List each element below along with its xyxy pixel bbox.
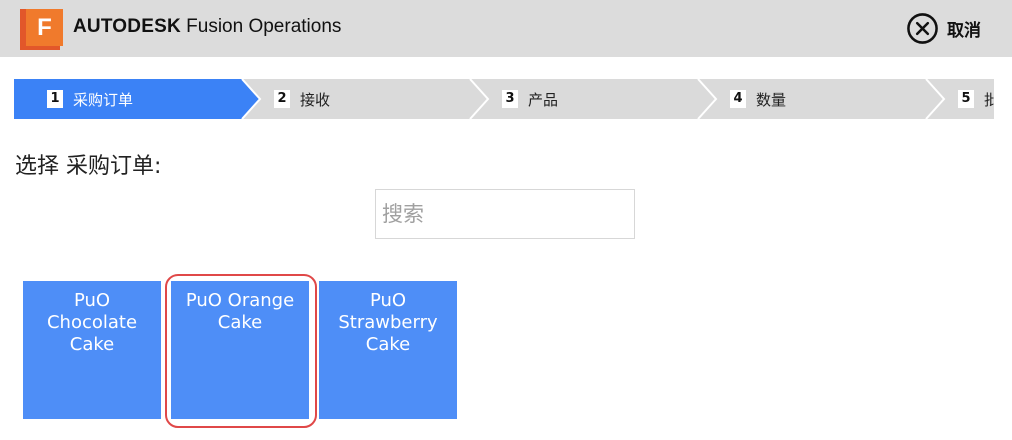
cancel-label: 取消 xyxy=(947,20,981,41)
step-label: 批 xyxy=(984,90,994,109)
step-purchase-order[interactable]: 1 采购订单 xyxy=(47,79,133,119)
tile-line: Cake xyxy=(69,334,115,355)
step-label: 产品 xyxy=(528,90,559,109)
step-label: 采购订单 xyxy=(73,90,134,109)
step-label: 数量 xyxy=(756,90,787,109)
step-number: 1 xyxy=(47,90,63,108)
brand-name: AUTODESK xyxy=(73,16,181,37)
step-batch[interactable]: 5 批 xyxy=(958,79,994,119)
cancel-button[interactable]: 取消 xyxy=(906,11,981,45)
step-number: 4 xyxy=(730,90,746,108)
order-tile-strawberry-cake[interactable]: PuO Strawberry Cake xyxy=(319,281,457,419)
step-label: 接收 xyxy=(300,90,331,109)
step-number: 2 xyxy=(274,90,290,108)
step-receive[interactable]: 2 接收 xyxy=(274,79,330,119)
selection-highlight xyxy=(165,274,317,428)
tile-line: PuO xyxy=(73,290,111,311)
step-number: 5 xyxy=(958,90,974,108)
tile-line: Cake xyxy=(365,334,411,355)
tile-line: Strawberry xyxy=(338,312,438,333)
step-product[interactable]: 3 产品 xyxy=(502,79,558,119)
order-tile-chocolate-cake[interactable]: PuO Chocolate Cake xyxy=(23,281,161,419)
step-number: 3 xyxy=(502,90,518,108)
fusion-logo-icon: F xyxy=(20,9,63,50)
product-name: Fusion Operations xyxy=(186,16,342,37)
page-title: 选择 采购订单: xyxy=(15,154,162,179)
search-input[interactable] xyxy=(375,189,635,239)
app-title: AUTODESK Fusion Operations xyxy=(73,16,341,38)
wizard-steps: 1 采购订单 2 接收 3 产品 4 数量 5 批 xyxy=(14,79,994,119)
step-quantity[interactable]: 4 数量 xyxy=(730,79,786,119)
tile-line: PuO xyxy=(369,290,407,311)
close-circle-icon xyxy=(907,12,938,44)
app-header: F AUTODESK Fusion Operations 取消 xyxy=(0,0,1012,57)
tile-line: Chocolate xyxy=(46,312,138,333)
